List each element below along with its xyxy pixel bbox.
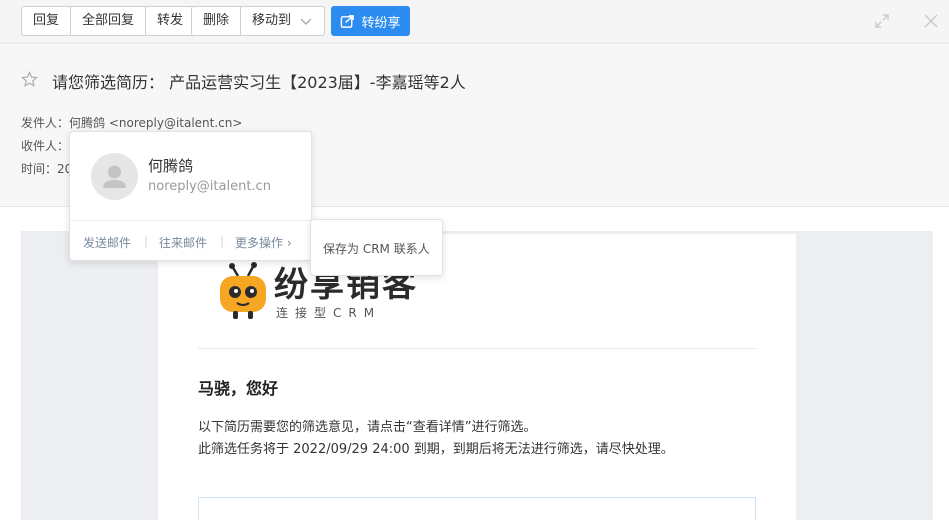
separator: | (220, 234, 225, 248)
contact-popup: 何腾鸽 noreply@italent.cn 发送邮件 | 往来邮件 | 更多操… (69, 131, 312, 261)
avatar (91, 153, 138, 200)
expand-icon[interactable] (874, 13, 890, 29)
instruction-text: 以下简历需要您的筛选意见，请点击“查看详情”进行筛选。 (198, 420, 537, 435)
chevron-right-icon: › (286, 236, 292, 250)
delete-button[interactable]: 删除 (192, 7, 242, 35)
star-icon[interactable] (21, 71, 38, 88)
history-mail-link[interactable]: 往来邮件 (159, 234, 207, 251)
more-actions-link[interactable]: 更多操作 › (235, 234, 292, 251)
reply-button-group: 回复 全部回复 转发 (21, 6, 196, 36)
move-to-dropdown[interactable]: 移动到 (241, 7, 324, 35)
separator: | (144, 234, 149, 248)
greeting: 马骁，您好 (198, 379, 279, 398)
share-button[interactable]: 转纷享 (331, 6, 410, 36)
time-row: 时间：20 (21, 160, 72, 177)
move-to-label: 移动到 (252, 13, 292, 28)
sender-row: 发件人：何腾鸽 <noreply@italent.cn> (21, 114, 242, 131)
contact-name: 何腾鸽 (148, 157, 194, 175)
divider (198, 348, 756, 349)
resume-table (198, 497, 756, 520)
save-crm-contact-item[interactable]: 保存为 CRM 联系人 (323, 240, 430, 257)
more-actions-menu: 保存为 CRM 联系人 (310, 219, 443, 276)
close-icon[interactable] (923, 13, 939, 29)
chevron-down-icon (300, 18, 312, 25)
logo-subtitle: 连接型CRM (276, 306, 382, 320)
toolbar: 回复 全部回复 转发 删除 移动到 转纷享 (0, 0, 949, 44)
share-icon (341, 14, 355, 28)
time-label: 时间： (21, 162, 58, 176)
share-label: 转纷享 (361, 15, 401, 31)
sender-value[interactable]: 何腾鸽 <noreply@italent.cn> (69, 116, 242, 130)
contact-actions: 发送邮件 | 往来邮件 | 更多操作 › (70, 220, 311, 260)
send-mail-link[interactable]: 发送邮件 (83, 234, 131, 251)
bee-mascot-icon (220, 262, 266, 319)
mail-subject: 请您筛选简历： 产品运营实习生【2023届】-李嘉瑶等2人 (52, 73, 466, 92)
reply-button[interactable]: 回复 (22, 7, 72, 35)
forward-button[interactable]: 转发 (146, 7, 194, 35)
manage-button-group: 删除 移动到 (191, 6, 326, 36)
sender-label: 发件人： (21, 116, 70, 130)
recipient-row: 收件人： (21, 137, 69, 154)
deadline-text: 此筛选任务将于 2022/09/29 24:00 到期，到期后将无法进行筛选，请… (198, 442, 674, 457)
contact-email: noreply@italent.cn (148, 179, 271, 194)
user-icon (103, 165, 126, 188)
more-actions-label: 更多操作 (235, 236, 284, 250)
reply-all-button[interactable]: 全部回复 (71, 7, 147, 35)
recipient-label: 收件人： (21, 139, 70, 153)
